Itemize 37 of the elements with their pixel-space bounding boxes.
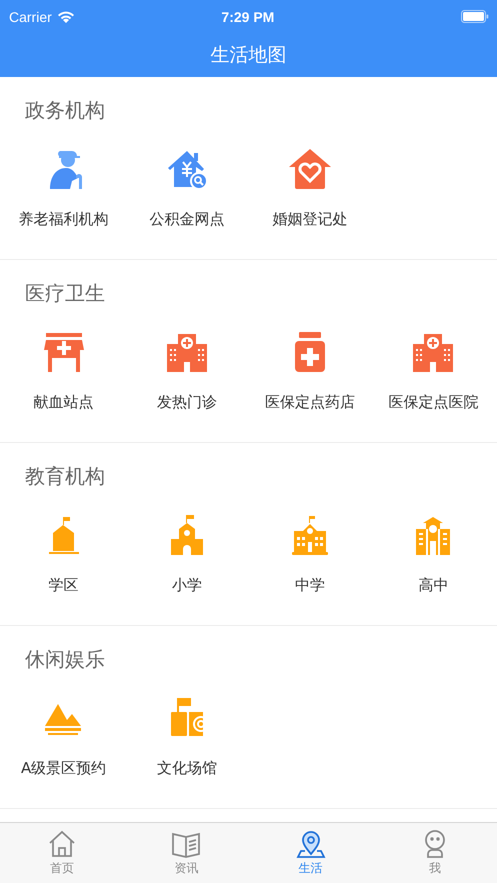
section-title: 休闲娱乐 <box>24 646 105 672</box>
category-label: 文化场馆 <box>156 758 217 778</box>
category-item[interactable]: 文化场馆 <box>125 694 248 778</box>
category-label: 高中 <box>418 575 448 595</box>
wifi-icon <box>56 10 75 23</box>
category-item[interactable]: 献血站点 <box>2 328 126 412</box>
category-label: A级景区预约 <box>20 758 106 778</box>
category-item[interactable]: 高中 <box>372 511 495 595</box>
category-label: 发热门诊 <box>156 392 217 412</box>
map-pin-icon <box>296 829 326 859</box>
category-label: 养老福利机构 <box>18 209 109 229</box>
category-item[interactable]: 婚姻登记处 <box>248 145 372 229</box>
category-item[interactable]: 医保定点药店 <box>248 328 372 412</box>
section-title: 医疗卫生 <box>24 280 105 306</box>
category-item[interactable]: 小学 <box>125 511 248 595</box>
page-title: 生活地图 <box>210 43 286 68</box>
category-label: 公积金网点 <box>149 209 224 229</box>
battery-icon <box>461 10 489 23</box>
category-label: 医保定点医院 <box>388 392 478 412</box>
carrier-name: Carrier <box>9 8 52 24</box>
section-title: 教育机构 <box>24 463 105 489</box>
category-item[interactable]: 中学 <box>248 511 372 595</box>
section-title: 政务机构 <box>24 97 105 123</box>
category-item[interactable]: 养老福利机构 <box>2 145 126 229</box>
category-label: 中学 <box>295 575 326 595</box>
category-label: 献血站点 <box>34 392 94 412</box>
category-label: 医保定点药店 <box>265 392 356 412</box>
category-item[interactable]: 学区 <box>2 511 126 595</box>
status-time: 7:29 PM <box>220 8 276 24</box>
home-icon <box>47 829 78 859</box>
category-item[interactable]: 发热门诊 <box>125 328 248 412</box>
category-item[interactable]: 医保定点医院 <box>372 328 495 412</box>
category-label: 学区 <box>48 575 79 595</box>
category-item[interactable]: 公积金网点 <box>125 145 248 229</box>
category-label: 婚姻登记处 <box>272 209 348 229</box>
category-label: 小学 <box>172 575 202 595</box>
category-item[interactable]: A级景区预约 <box>2 694 126 778</box>
